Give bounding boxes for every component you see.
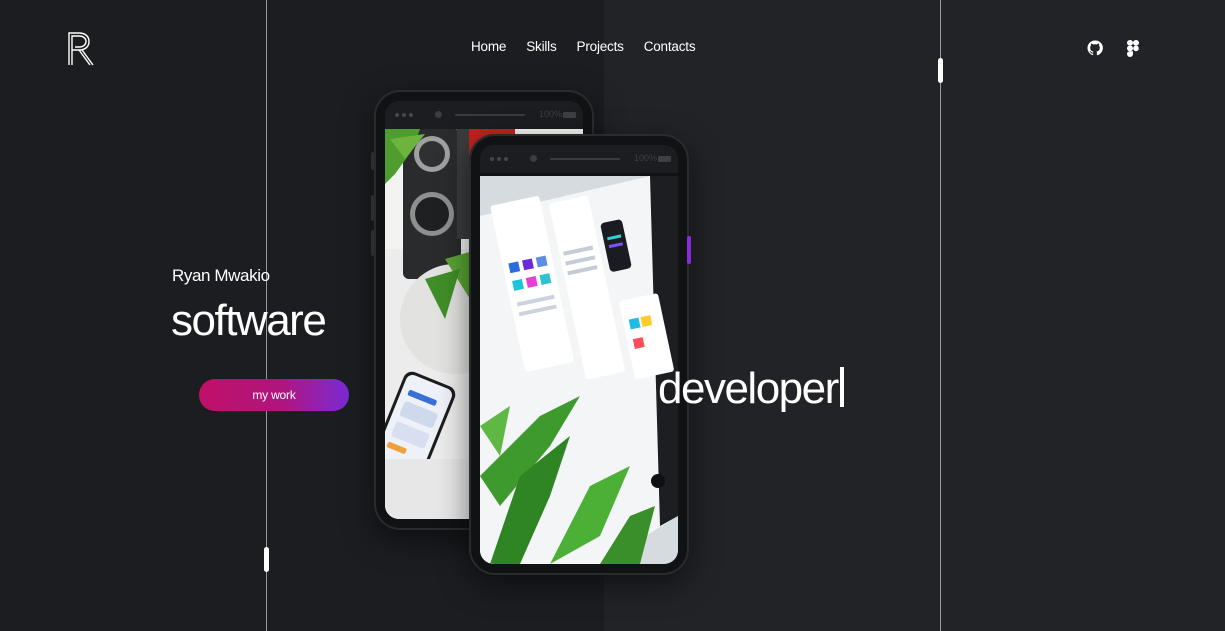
- camera-icon: [530, 155, 537, 162]
- background-right-panel: [604, 0, 1225, 631]
- battery-percent: 100%: [634, 153, 658, 163]
- github-icon[interactable]: [1086, 39, 1104, 57]
- menu-dots-icon: [395, 113, 413, 117]
- nav-skills[interactable]: Skills: [526, 39, 557, 54]
- menu-dots-icon: [490, 157, 508, 161]
- phone-side-button: [371, 230, 374, 256]
- hero-word-developer-text: developer: [658, 364, 839, 413]
- main-navigation: Home Skills Projects Contacts: [471, 39, 696, 54]
- nav-projects[interactable]: Projects: [577, 39, 624, 54]
- vertical-guide-line-right: [940, 0, 941, 631]
- hero-word-developer: developer: [658, 362, 844, 416]
- phone-status-bar: 100%: [480, 145, 678, 173]
- r-monogram-logo[interactable]: [66, 31, 94, 67]
- status-bar-line: [550, 158, 620, 160]
- hero-word-software: software: [171, 296, 327, 345]
- phone-side-button: [371, 195, 374, 221]
- typing-cursor: [839, 367, 844, 407]
- phone-screen-image-monitor: [480, 176, 678, 564]
- nav-home[interactable]: Home: [471, 39, 506, 54]
- hero-name: Ryan Mwakio: [172, 266, 270, 285]
- status-bar-line: [455, 114, 525, 116]
- camera-icon: [435, 111, 442, 118]
- scroll-indicator-right: [938, 58, 943, 83]
- battery-percent: 100%: [539, 109, 563, 119]
- figma-icon[interactable]: [1124, 39, 1142, 57]
- phone-mockup-front: 100%: [469, 134, 689, 575]
- battery-icon: [563, 112, 576, 118]
- accent-indicator-bar: [687, 236, 691, 264]
- nav-contacts[interactable]: Contacts: [644, 39, 696, 54]
- phone-side-button: [371, 152, 374, 170]
- scroll-indicator-left: [264, 547, 269, 572]
- my-work-button[interactable]: my work: [199, 379, 349, 411]
- battery-icon: [658, 156, 671, 162]
- phone-status-bar: 100%: [385, 101, 583, 129]
